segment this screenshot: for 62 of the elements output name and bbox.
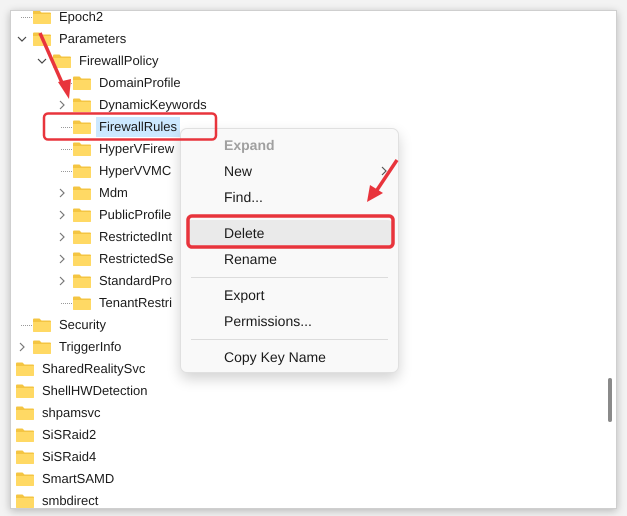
tree-item[interactable]: FirewallPolicy (76, 51, 162, 71)
chevron-icon[interactable] (57, 254, 67, 264)
menu-item[interactable]: Permissions... (187, 308, 392, 334)
tree-item[interactable]: SiSRaid2 (39, 425, 100, 445)
tree-item[interactable]: RestrictedSe (96, 249, 176, 269)
tree-item[interactable]: shpamsvc (39, 403, 104, 423)
folder-icon (72, 185, 92, 201)
folder-icon (32, 11, 52, 25)
folder-icon (32, 317, 52, 333)
menu-item[interactable]: Find... (187, 184, 392, 210)
chevron-icon[interactable] (17, 34, 27, 44)
menu-item[interactable]: Delete (187, 220, 392, 246)
tree-item[interactable]: SharedRealitySvc (39, 359, 148, 379)
folder-icon (15, 471, 35, 487)
folder-icon (15, 405, 35, 421)
tree-item[interactable]: ShellHWDetection (39, 381, 150, 401)
chevron-icon[interactable] (57, 232, 67, 242)
chevron-icon[interactable] (57, 276, 67, 286)
tree-item[interactable]: SmartSAMD (39, 469, 118, 489)
scrollbar-thumb[interactable] (608, 378, 612, 422)
annotation-arrow (367, 159, 398, 202)
chevron-icon[interactable] (37, 56, 47, 66)
tree-item[interactable]: HyperVVMC (96, 161, 174, 181)
tree-item[interactable]: Security (56, 315, 109, 335)
folder-icon (72, 207, 92, 223)
folder-icon (72, 119, 92, 135)
menu-item[interactable]: Export (187, 282, 392, 308)
tree-item[interactable]: DomainProfile (96, 73, 184, 93)
tree-item[interactable]: Epoch2 (56, 11, 106, 27)
tree-item[interactable]: Mdm (96, 183, 131, 203)
folder-icon (72, 163, 92, 179)
folder-icon (15, 427, 35, 443)
tree-item[interactable]: FirewallRules (96, 117, 180, 137)
folder-icon (15, 449, 35, 465)
chevron-icon[interactable] (57, 188, 67, 198)
tree-item[interactable]: HyperVFirew (96, 139, 178, 159)
tree-item[interactable]: RestrictedInt (96, 227, 175, 247)
folder-icon (72, 273, 92, 289)
tree-item[interactable]: Parameters (56, 29, 130, 49)
tree-item[interactable]: DynamicKeywords (96, 95, 210, 115)
menu-item[interactable]: Copy Key Name (187, 344, 392, 370)
tree-item[interactable]: PublicProfile (96, 205, 174, 225)
folder-icon (15, 383, 35, 399)
menu-item[interactable]: New (187, 158, 392, 184)
folder-icon (72, 229, 92, 245)
folder-icon (15, 361, 35, 377)
folder-icon (32, 339, 52, 355)
chevron-icon[interactable] (57, 100, 67, 110)
tree-item[interactable]: SiSRaid4 (39, 447, 100, 467)
folder-icon (72, 97, 92, 113)
tree-item[interactable]: smbdirect (39, 491, 102, 508)
tree-item[interactable]: TriggerInfo (56, 337, 124, 357)
tree-item[interactable]: StandardPro (96, 271, 175, 291)
folder-icon (72, 141, 92, 157)
folder-icon (15, 493, 35, 508)
menu-item[interactable]: Rename (187, 246, 392, 272)
folder-icon (72, 75, 92, 91)
chevron-icon[interactable] (57, 210, 67, 220)
folder-icon (72, 251, 92, 267)
tree-item[interactable]: TenantRestri (96, 293, 175, 313)
chevron-icon[interactable] (17, 342, 27, 352)
folder-icon (72, 295, 92, 311)
